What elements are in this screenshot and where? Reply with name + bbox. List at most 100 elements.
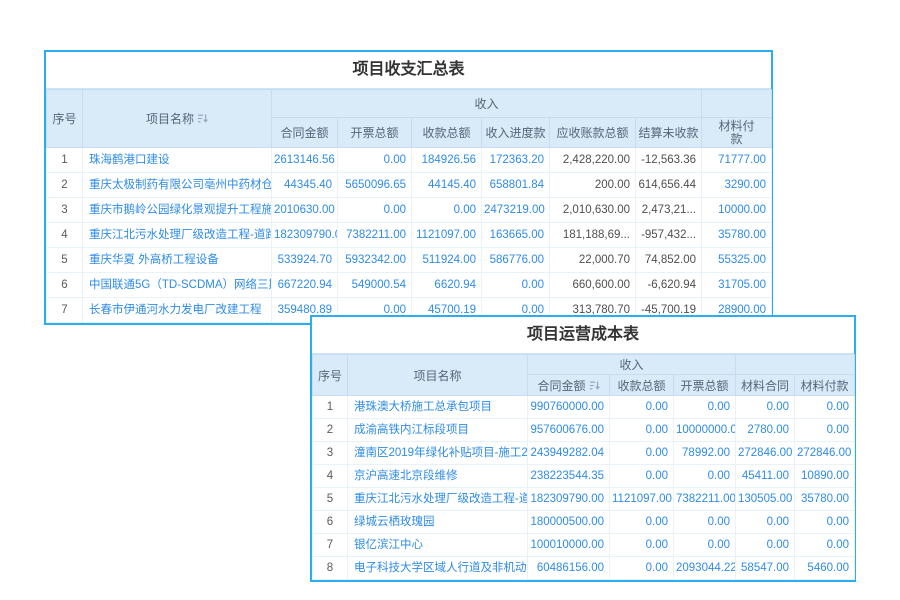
amount-cell[interactable]: 667220.94 xyxy=(272,273,338,298)
project-name-link[interactable]: 珠海鹤港口建设 xyxy=(83,148,272,173)
amount-cell[interactable]: 0.00 xyxy=(412,198,482,223)
amount-cell[interactable]: 5460.00 xyxy=(795,557,855,580)
amount-cell[interactable]: 10000.00 xyxy=(702,198,772,223)
amount-cell[interactable]: 2613146.56 xyxy=(272,148,338,173)
amount-cell[interactable]: 130505.00 xyxy=(736,488,795,511)
amount-cell[interactable]: 0.00 xyxy=(610,442,674,465)
empty-group-header xyxy=(702,90,772,118)
table-row: 5 重庆江北污水处理厂级改造工程-道路修复 182309790.00 11210… xyxy=(313,488,855,511)
amount-cell[interactable]: 163665.00 xyxy=(482,223,550,248)
amount-cell[interactable]: 238223544.35 xyxy=(528,465,610,488)
project-name-link[interactable]: 电子科技大学区域人行道及非机动车道工 xyxy=(348,557,528,580)
amount-cell[interactable]: 10000000.00 xyxy=(674,419,736,442)
amount-cell[interactable]: 243949282.04 xyxy=(528,442,610,465)
amount-cell[interactable]: 100010000.00 xyxy=(528,534,610,557)
amount-cell[interactable]: 5650096.65 xyxy=(338,173,412,198)
row-index-cell: 6 xyxy=(47,273,83,298)
column-header-unsettled-amount: 结算未收款 xyxy=(636,118,702,148)
project-name-link[interactable]: 长春市伊通河水力发电厂改建工程 xyxy=(83,298,272,323)
amount-cell[interactable]: 0.00 xyxy=(674,534,736,557)
amount-cell[interactable]: 7382211.00 xyxy=(674,488,736,511)
amount-cell[interactable]: 0.00 xyxy=(795,534,855,557)
project-name-link[interactable]: 京沪高速北京段维修 xyxy=(348,465,528,488)
amount-cell[interactable]: 7382211.00 xyxy=(338,223,412,248)
amount-cell[interactable]: 0.00 xyxy=(482,273,550,298)
amount-cell[interactable]: 172363.20 xyxy=(482,148,550,173)
project-name-link[interactable]: 重庆江北污水处理厂级改造工程-道路修复 xyxy=(348,488,528,511)
column-header-material-payment: 材料付款 xyxy=(702,118,772,148)
amount-cell[interactable]: 180000500.00 xyxy=(528,511,610,534)
project-name-link[interactable]: 成渝高铁内江标段项目 xyxy=(348,419,528,442)
amount-cell[interactable]: 0.00 xyxy=(610,534,674,557)
amount-cell[interactable]: 0.00 xyxy=(736,396,795,419)
amount-cell[interactable]: 2780.00 xyxy=(736,419,795,442)
project-name-link[interactable]: 重庆华夏 外高桥工程设备 xyxy=(83,248,272,273)
amount-cell[interactable]: 0.00 xyxy=(736,511,795,534)
amount-cell[interactable]: 272846.00 xyxy=(736,442,795,465)
table-row: 4 重庆江北污水处理厂级改造工程-道路修复工 182309790.00 7382… xyxy=(47,223,772,248)
project-name-link[interactable]: 港珠澳大桥施工总承包项目 xyxy=(348,396,528,419)
column-header-project-name: 项目名称 xyxy=(348,355,528,396)
amount-cell[interactable]: 10890.00 xyxy=(795,465,855,488)
amount-cell[interactable]: 586776.00 xyxy=(482,248,550,273)
column-header-material-contract: 材料合同 xyxy=(736,375,795,396)
amount-cell[interactable]: 31705.00 xyxy=(702,273,772,298)
amount-cell[interactable]: 45411.00 xyxy=(736,465,795,488)
amount-cell[interactable]: 0.00 xyxy=(795,419,855,442)
amount-cell: 2,428,220.00 xyxy=(550,148,636,173)
amount-cell[interactable]: 71777.00 xyxy=(702,148,772,173)
amount-cell[interactable]: 272846.00 xyxy=(795,442,855,465)
amount-cell[interactable]: 35780.00 xyxy=(795,488,855,511)
amount-cell[interactable]: 0.00 xyxy=(338,148,412,173)
column-header-project-name[interactable]: 项目名称 xyxy=(83,90,272,148)
project-name-link[interactable]: 重庆市鹅岭公园绿化景观提升工程施工 xyxy=(83,198,272,223)
amount-cell[interactable]: 6620.94 xyxy=(412,273,482,298)
amount-cell[interactable]: 0.00 xyxy=(795,511,855,534)
amount-cell[interactable]: 55325.00 xyxy=(702,248,772,273)
amount-cell[interactable]: 0.00 xyxy=(610,465,674,488)
amount-cell[interactable]: 0.00 xyxy=(610,396,674,419)
amount-cell[interactable]: 549000.54 xyxy=(338,273,412,298)
project-name-link[interactable]: 银亿滨江中心 xyxy=(348,534,528,557)
table-row: 3 重庆市鹅岭公园绿化景观提升工程施工 2010630.00 0.00 0.00… xyxy=(47,198,772,223)
table-row: 5 重庆华夏 外高桥工程设备 533924.70 5932342.00 5119… xyxy=(47,248,772,273)
project-name-link[interactable]: 中国联通5G（TD-SCDMA）网络三期四川工 xyxy=(83,273,272,298)
amount-cell[interactable]: 182309790.00 xyxy=(272,223,338,248)
table-row: 4 京沪高速北京段维修 238223544.35 0.00 0.00 45411… xyxy=(313,465,855,488)
project-name-link[interactable]: 重庆江北污水处理厂级改造工程-道路修复工 xyxy=(83,223,272,248)
amount-cell[interactable]: 533924.70 xyxy=(272,248,338,273)
column-header-contract-amount[interactable]: 合同金额 xyxy=(528,375,610,396)
amount-cell[interactable]: 0.00 xyxy=(610,557,674,580)
amount-cell[interactable]: 58547.00 xyxy=(736,557,795,580)
amount-cell[interactable]: 1121097.00 xyxy=(412,223,482,248)
amount-cell[interactable]: 0.00 xyxy=(674,465,736,488)
amount-cell[interactable]: 182309790.00 xyxy=(528,488,610,511)
amount-cell[interactable]: 957600676.00 xyxy=(528,419,610,442)
amount-cell: 2,473,21... xyxy=(636,198,702,223)
project-name-link[interactable]: 潼南区2019年绿化补贴项目-施工2标段 xyxy=(348,442,528,465)
amount-cell[interactable]: 78992.00 xyxy=(674,442,736,465)
amount-cell[interactable]: 511924.00 xyxy=(412,248,482,273)
amount-cell[interactable]: 2093044.22 xyxy=(674,557,736,580)
amount-cell[interactable]: 0.00 xyxy=(610,419,674,442)
amount-cell[interactable]: 3290.00 xyxy=(702,173,772,198)
amount-cell[interactable]: 0.00 xyxy=(674,511,736,534)
amount-cell[interactable]: 2473219.00 xyxy=(482,198,550,223)
amount-cell[interactable]: 35780.00 xyxy=(702,223,772,248)
amount-cell[interactable]: 5932342.00 xyxy=(338,248,412,273)
amount-cell[interactable]: 0.00 xyxy=(338,198,412,223)
project-name-link[interactable]: 重庆太极制药有限公司亳州中药材仓储物流 xyxy=(83,173,272,198)
amount-cell[interactable]: 184926.56 xyxy=(412,148,482,173)
project-name-link[interactable]: 绿城云栖玫瑰园 xyxy=(348,511,528,534)
amount-cell[interactable]: 990760000.00 xyxy=(528,396,610,419)
amount-cell[interactable]: 2010630.00 xyxy=(272,198,338,223)
amount-cell[interactable]: 0.00 xyxy=(736,534,795,557)
amount-cell[interactable]: 0.00 xyxy=(674,396,736,419)
amount-cell[interactable]: 1121097.00 xyxy=(610,488,674,511)
amount-cell[interactable]: 44345.40 xyxy=(272,173,338,198)
amount-cell[interactable]: 658801.84 xyxy=(482,173,550,198)
amount-cell[interactable]: 0.00 xyxy=(795,396,855,419)
amount-cell[interactable]: 44145.40 xyxy=(412,173,482,198)
amount-cell[interactable]: 0.00 xyxy=(610,511,674,534)
amount-cell[interactable]: 60486156.00 xyxy=(528,557,610,580)
